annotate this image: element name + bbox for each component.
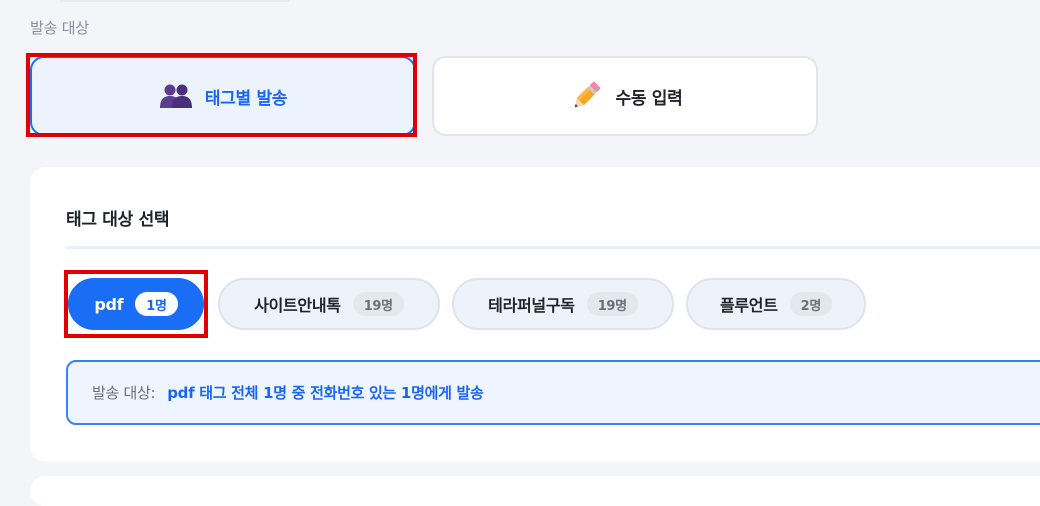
tag-chip-name: pdf — [94, 294, 124, 314]
tag-chip-count: 19명 — [586, 292, 638, 316]
pencil-icon — [568, 78, 604, 114]
summary-text: pdf 태그 전체 1명 중 전화번호 있는 1명에게 발송 — [167, 384, 484, 402]
section-label: 발송 대상 — [30, 19, 89, 37]
tag-send-label: 태그별 발송 — [204, 88, 288, 109]
tag-chip-name: 테라퍼널구독 — [488, 296, 575, 315]
tag-chip-name: 사이트안내톡 — [254, 296, 341, 315]
top-divider — [60, 0, 290, 2]
tag-chip-count: 1명 — [135, 292, 178, 316]
tag-chip-tera-funnel[interactable]: 테라퍼널구독 19명 — [452, 278, 674, 330]
tag-chip-name: 플루언트 — [719, 296, 778, 315]
tag-chip-count: 2명 — [789, 292, 833, 316]
manual-input-button[interactable]: 수동 입력 — [432, 56, 818, 136]
tag-chip-pdf[interactable]: pdf 1명 — [68, 278, 204, 330]
people-icon — [159, 83, 193, 109]
summary-label: 발송 대상: — [92, 384, 156, 402]
card-divider — [66, 246, 1040, 249]
send-target-summary: 발송 대상: pdf 태그 전체 1명 중 전화번호 있는 1명에게 발송 — [66, 360, 1040, 425]
manual-input-label: 수동 입력 — [615, 88, 683, 109]
tag-chip-fluent[interactable]: 플루언트 2명 — [686, 278, 866, 330]
card-title: 태그 대상 선택 — [66, 210, 170, 230]
tag-send-button[interactable]: 태그별 발송 — [30, 56, 416, 136]
tag-chip-count: 19명 — [352, 292, 404, 316]
tag-chip-site-guide[interactable]: 사이트안내톡 19명 — [218, 278, 440, 330]
tag-select-card: 태그 대상 선택 pdf 1명 사이트안내톡 19명 테라퍼널구독 19명 플루… — [30, 167, 1040, 462]
